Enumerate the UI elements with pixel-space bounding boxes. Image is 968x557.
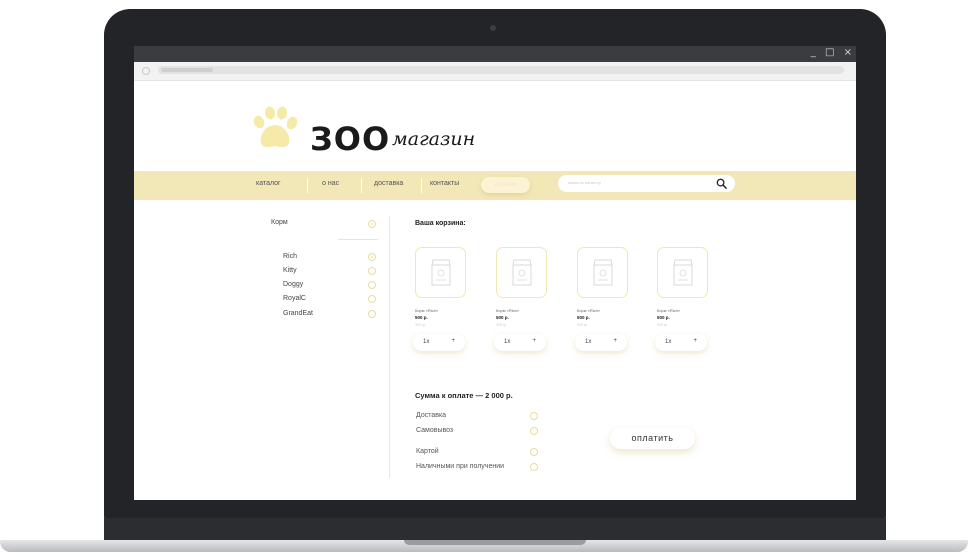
increase-quantity-button[interactable]: + — [451, 338, 455, 344]
brand-label-kitty: Kitty — [283, 267, 297, 274]
increase-quantity-button[interactable]: + — [532, 338, 536, 344]
quantity-stepper[interactable]: 1x + — [413, 334, 465, 351]
quantity-stepper[interactable]: 1x + — [494, 334, 546, 351]
food-bag-icon — [431, 259, 451, 286]
quantity-value: 1x — [504, 339, 511, 345]
quantity-value: 1x — [585, 339, 592, 345]
product-name: Корм «Rich» — [577, 308, 601, 313]
product-card[interactable] — [496, 247, 547, 298]
logo-title: ЗОО — [310, 120, 391, 158]
brand-radio-kitty[interactable] — [368, 267, 376, 275]
paw-logo-icon — [253, 106, 298, 148]
quantity-stepper[interactable]: 1x + — [575, 334, 627, 351]
brand-radio-grandeat[interactable] — [368, 310, 376, 318]
increase-quantity-button[interactable]: + — [613, 338, 617, 344]
pickup-option-label: Самовывоз — [416, 427, 454, 434]
brand-label-doggy: Doggy — [283, 281, 304, 288]
category-label: Корм — [271, 219, 288, 226]
column-divider — [389, 216, 390, 478]
search-input[interactable]: поиск по каталогу — [558, 175, 735, 192]
product-name: Корм «Rich» — [415, 308, 439, 313]
laptop-base-notch — [404, 540, 586, 545]
increase-quantity-button[interactable]: + — [693, 338, 697, 344]
product-price: 500 р. — [496, 315, 509, 320]
delivery-option-label: Доставка — [416, 412, 447, 419]
cash-payment-radio[interactable] — [530, 463, 538, 471]
delivery-radio[interactable] — [530, 412, 538, 420]
nav-item-about[interactable]: о нас — [322, 180, 339, 187]
card-payment-radio[interactable] — [530, 448, 538, 456]
url-field[interactable] — [158, 66, 844, 74]
food-bag-icon — [593, 259, 613, 286]
card-payment-label: Картой — [416, 448, 439, 455]
cart-title: Ваша корзина: — [415, 220, 466, 227]
product-weight: 300 гр. — [415, 323, 427, 327]
product-name: Корм «Rich» — [496, 308, 520, 313]
webcam — [490, 25, 496, 31]
category-radio[interactable] — [368, 220, 376, 228]
food-bag-icon — [512, 259, 532, 286]
search-icon[interactable] — [716, 178, 727, 189]
minimize-icon[interactable]: _ — [811, 47, 816, 58]
maximize-icon[interactable]: □ — [825, 47, 834, 58]
product-weight: 300 гр. — [577, 323, 589, 327]
quantity-value: 1x — [423, 339, 430, 345]
logo-subtitle: магазин — [392, 128, 476, 150]
nav-item-catalog[interactable]: каталог — [256, 180, 281, 187]
brand-radio-royalc[interactable] — [368, 295, 376, 303]
product-weight: 300 гр. — [657, 323, 669, 327]
pickup-radio[interactable] — [530, 427, 538, 435]
product-card[interactable] — [415, 247, 466, 298]
laptop-chin — [104, 518, 886, 542]
nav-divider — [361, 178, 362, 193]
product-price: 500 р. — [415, 315, 428, 320]
product-price: 500 р. — [657, 315, 670, 320]
screen: _ □ × ЗОО магазин каталог о нас доставка… — [134, 46, 856, 500]
brand-label-grandeat: GrandEat — [283, 310, 313, 317]
product-name: Корм «Rich» — [657, 308, 681, 313]
food-bag-icon — [673, 259, 693, 286]
nav-item-delivery[interactable]: доставка — [374, 180, 403, 187]
category-divider — [338, 239, 378, 240]
main-nav: каталог о нас доставка контакты корзина … — [134, 171, 856, 200]
close-icon[interactable]: × — [844, 47, 852, 58]
brand-label-rich: Rich — [283, 253, 298, 260]
browser-titlebar: _ □ × — [134, 46, 856, 62]
brand-radio-doggy[interactable] — [368, 281, 376, 289]
product-card[interactable] — [657, 247, 708, 298]
nav-item-contacts[interactable]: контакты — [430, 180, 459, 187]
nav-divider — [307, 178, 308, 193]
pay-button[interactable]: оплатить — [610, 428, 695, 449]
browser-address-bar — [134, 62, 856, 81]
search-placeholder: поиск по каталогу — [568, 180, 602, 185]
product-card[interactable] — [577, 247, 628, 298]
quantity-value: 1x — [665, 339, 672, 345]
brand-radio-rich[interactable] — [368, 253, 376, 261]
cash-payment-label: Наличными при получении — [416, 463, 505, 470]
total-amount: Сумма к оплате — 2 000 р. — [415, 391, 513, 400]
product-weight: 300 гр. — [496, 323, 508, 327]
product-price: 500 р. — [577, 315, 590, 320]
window-controls: _ □ × — [805, 47, 852, 58]
nav-divider — [421, 178, 422, 193]
cart-button[interactable]: корзина — [481, 177, 530, 193]
brand-label-royalc: RoyalC — [283, 295, 306, 302]
reload-icon[interactable] — [142, 67, 150, 75]
quantity-stepper[interactable]: 1x + — [655, 334, 707, 351]
